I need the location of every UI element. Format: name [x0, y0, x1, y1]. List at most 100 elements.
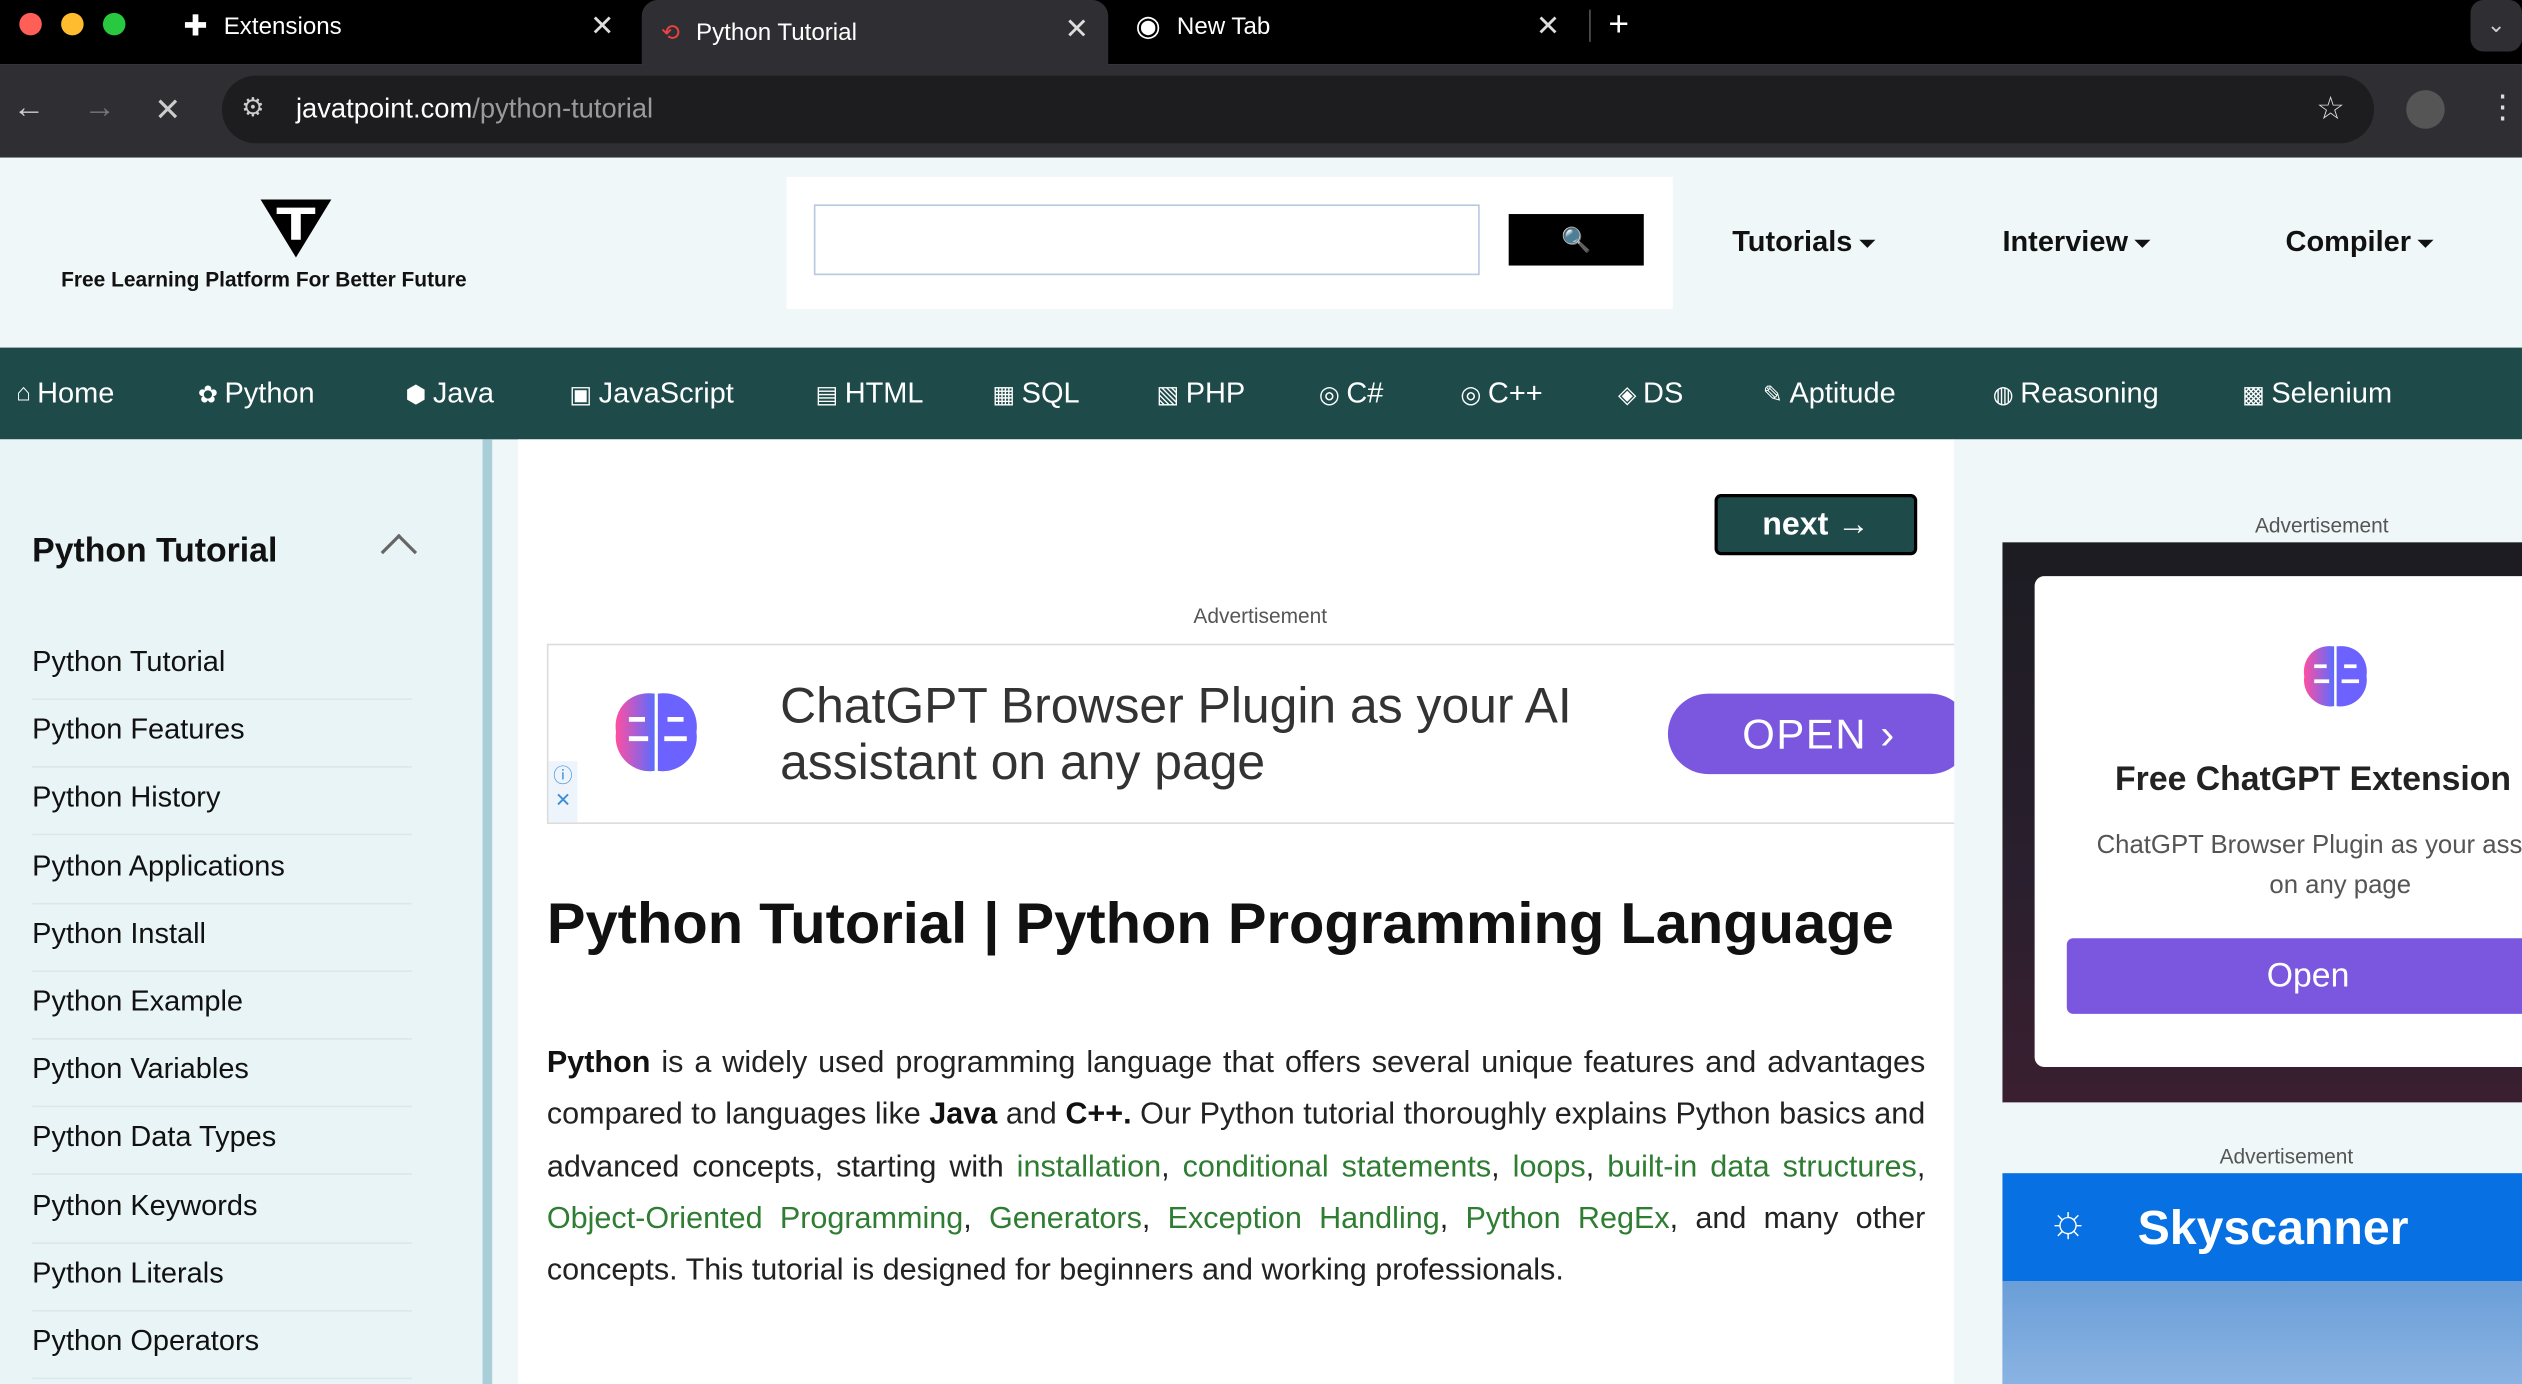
close-icon[interactable]: ✕ — [548, 789, 577, 812]
back-icon[interactable]: ← — [13, 90, 45, 127]
aptitude-icon: ✎ — [1762, 380, 1784, 408]
address-bar[interactable]: ⚙ javatpoint.com/python-tutorial ☆ — [221, 75, 2374, 144]
skyscanner-ad[interactable]: ☼ Skyscanner — [2002, 1173, 2522, 1384]
intro-paragraph: Python is a widely used programming lang… — [546, 1046, 1926, 1288]
caret-down-icon — [1858, 239, 1875, 248]
sun-icon: ☼ — [2047, 1195, 2089, 1246]
tab-divider — [1589, 9, 1591, 42]
tab-title: Python Tutorial — [696, 18, 857, 46]
nav-javascript[interactable]: ▣ JavaScript — [569, 377, 733, 411]
brain-icon — [615, 693, 697, 772]
webpage: Free Learning Platform For Better Future… — [0, 157, 2522, 1384]
sidebar-item[interactable]: Python Tutorial — [32, 632, 412, 701]
gpt-ad-card: Free ChatGPT Extension ChatGPT Browser P… — [2034, 576, 2522, 1067]
link-regex[interactable]: Python RegEx — [1466, 1202, 1670, 1236]
nav-aptitude[interactable]: ✎ Aptitude — [1763, 377, 1896, 411]
sidebar-item[interactable]: Python Applications — [32, 836, 412, 904]
nav-sql[interactable]: ▦ SQL — [992, 377, 1079, 411]
nav-label: Reasoning — [2020, 376, 2159, 409]
ad-button-label: OPEN — [1742, 709, 1868, 758]
url-domain: javatpoint.com — [295, 93, 473, 124]
tab-python-tutorial[interactable]: ⟲ Python Tutorial ✕ — [641, 0, 1109, 65]
nav-ds[interactable]: ◈ DS — [1618, 377, 1683, 411]
next-button[interactable]: next → — [1714, 494, 1918, 556]
close-window-button[interactable] — [19, 12, 42, 36]
menu-dots-icon[interactable]: ⋮ — [2487, 87, 2519, 127]
new-tab-button[interactable]: + — [1608, 3, 1629, 45]
close-tab-icon[interactable]: ✕ — [1065, 13, 1089, 47]
link-data-structures[interactable]: built-in data structures — [1607, 1150, 1917, 1184]
nav-csharp[interactable]: ◎ C# — [1319, 377, 1384, 411]
nav-java[interactable]: ⬢ Java — [405, 377, 494, 411]
link-conditional-statements[interactable]: conditional statements — [1183, 1150, 1492, 1184]
nav-home[interactable]: ⌂ Home — [16, 377, 114, 411]
menu-interview[interactable]: Interview — [2002, 225, 2151, 259]
forward-icon[interactable]: → — [84, 90, 116, 127]
search-input[interactable] — [813, 204, 1480, 276]
link-exception-handling[interactable]: Exception Handling — [1168, 1202, 1440, 1236]
javatpoint-logo[interactable] — [257, 196, 334, 260]
ad-choices[interactable]: ⓘ ✕ — [548, 761, 578, 823]
search-button[interactable]: 🔍 — [1508, 214, 1644, 266]
nav-selenium[interactable]: ▩ Selenium — [2242, 377, 2392, 411]
stop-loading-icon[interactable]: ✕ — [154, 90, 181, 130]
text: and — [997, 1098, 1066, 1132]
sidebar-item[interactable]: Python Example — [32, 972, 412, 1040]
menu-compiler[interactable]: Compiler — [2286, 225, 2434, 259]
sidebar-item[interactable]: Python Operators — [32, 1312, 412, 1380]
close-tab-icon[interactable]: ✕ — [1536, 10, 1560, 44]
nav-python[interactable]: ✿ Python — [198, 377, 315, 411]
home-icon: ⌂ — [16, 379, 31, 408]
caret-down-icon — [2417, 239, 2434, 248]
search-panel: 🔍 — [786, 177, 1673, 309]
gpt-open-button[interactable]: Open — [2066, 938, 2522, 1014]
sidebar-item[interactable]: Python Install — [32, 904, 412, 972]
bold-text: C++. — [1065, 1098, 1132, 1132]
gpt-ad[interactable]: Free ChatGPT Extension ChatGPT Browser P… — [2002, 542, 2522, 1103]
nav-label: Home — [37, 376, 115, 409]
toolbar: ← → ✕ ⚙ javatpoint.com/python-tutorial ☆… — [0, 64, 2522, 158]
ad-open-button[interactable]: OPEN › — [1667, 693, 1971, 775]
tab-extensions[interactable]: ✚ Extensions ✕ — [167, 0, 633, 51]
chevron-up-icon[interactable] — [380, 533, 418, 571]
nav-reasoning[interactable]: ◍ Reasoning — [1993, 377, 2159, 411]
nav-html[interactable]: ▤ HTML — [815, 377, 923, 411]
brain-icon — [2303, 646, 2367, 707]
tab-search-button[interactable]: ⌄ — [2470, 0, 2522, 52]
ad-banner[interactable]: ChatGPT Browser Plugin as your AI assist… — [546, 643, 2003, 824]
nav-label: Selenium — [2271, 376, 2393, 409]
sidebar-item[interactable]: Python Data Types — [32, 1108, 412, 1176]
main-nav: ⌂ Home ✿ Python ⬢ Java ▣ JavaScript ▤ HTML ▦ S… — [0, 347, 2522, 440]
nav-php[interactable]: ▧ PHP — [1156, 377, 1245, 411]
maximize-window-button[interactable] — [102, 12, 126, 36]
menu-tutorials[interactable]: Tutorials — [1732, 225, 1875, 259]
sidebar-item[interactable]: Python Literals — [32, 1244, 412, 1312]
tab-new-tab[interactable]: ◉ New Tab ✕ — [1119, 0, 1579, 51]
php-icon: ▧ — [1156, 380, 1180, 408]
bold-text: Python — [546, 1046, 651, 1080]
sidebar-item[interactable]: Python Features — [32, 700, 412, 768]
page-title: Python Tutorial | Python Programming Lan… — [546, 889, 1894, 956]
javatpoint-icon: ⟲ — [661, 18, 680, 45]
sidebar-item[interactable]: Python History — [32, 768, 412, 836]
close-tab-icon[interactable]: ✕ — [590, 10, 614, 44]
minimize-window-button[interactable] — [61, 12, 84, 36]
sidebar-item[interactable]: Python Keywords — [32, 1176, 412, 1244]
site-info-icon[interactable]: ⚙ — [241, 92, 264, 124]
nav-label: SQL — [1021, 376, 1080, 409]
info-icon[interactable]: ⓘ — [548, 761, 577, 788]
nav-label: PHP — [1185, 376, 1246, 409]
bookmark-star-icon[interactable]: ☆ — [2316, 89, 2345, 129]
link-oop[interactable]: Object-Oriented Programming — [547, 1202, 963, 1236]
nav-cpp[interactable]: ◎ C++ — [1460, 377, 1542, 411]
nav-label: Java — [432, 376, 495, 409]
caret-down-icon — [2134, 239, 2151, 248]
link-loops[interactable]: loops — [1513, 1150, 1586, 1184]
sidebar-item[interactable]: Python Variables — [32, 1040, 412, 1108]
profile-avatar[interactable] — [2406, 90, 2445, 129]
nav-label: JavaScript — [598, 376, 734, 409]
menu-label: Tutorials — [1732, 225, 1853, 258]
link-installation[interactable]: installation — [1017, 1150, 1161, 1184]
nav-label: C# — [1346, 376, 1384, 409]
link-generators[interactable]: Generators — [989, 1202, 1142, 1236]
